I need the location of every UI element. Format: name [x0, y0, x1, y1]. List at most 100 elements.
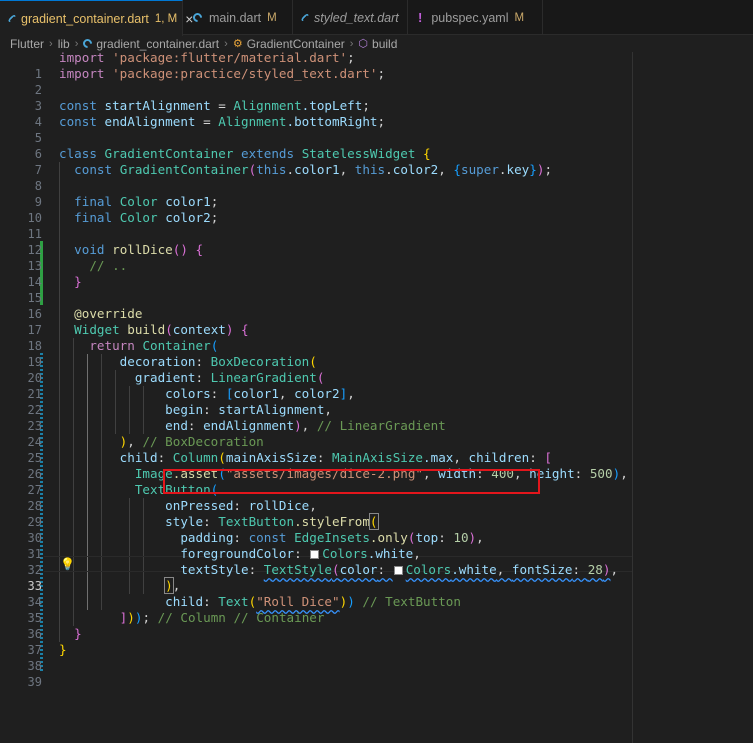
breadcrumb-item[interactable]: GradientContainer: [247, 37, 345, 51]
code-line: 34 ),: [0, 577, 753, 609]
code-editor[interactable]: 1 import 'package:flutter/material.dart'…: [0, 50, 753, 743]
code-token: foregroundColor: [180, 546, 295, 561]
code-token: (: [332, 562, 340, 577]
code-line: 5 const endAlignment = Alignment.bottomR…: [0, 114, 753, 145]
code-token: =: [195, 114, 219, 129]
code-token: 'package:practice/styled_text.dart': [112, 66, 378, 81]
code-token: color2: [165, 210, 211, 225]
code-token: Text: [218, 594, 249, 609]
color-swatch[interactable]: [310, 550, 320, 559]
code-token: child: [165, 594, 204, 609]
code-token: void: [74, 242, 105, 257]
code-token: ): [164, 577, 174, 594]
code-token: color1: [294, 162, 340, 177]
code-token: ;: [362, 98, 370, 113]
code-token: .white: [367, 546, 414, 561]
code-token: {: [453, 162, 461, 177]
code-token: ): [127, 610, 135, 625]
code-token: // BoxDecoration: [142, 434, 264, 449]
code-line: 12: [0, 226, 753, 257]
chevron-right-icon: ›: [74, 37, 79, 50]
code-token: 28: [587, 562, 603, 577]
code-token: final: [74, 194, 113, 209]
code-token: const: [59, 98, 97, 113]
code-token: Alignment: [233, 98, 302, 113]
code-token: color: [339, 562, 378, 577]
code-token: class: [59, 146, 97, 161]
code-token: }: [59, 642, 67, 657]
breadcrumb-item[interactable]: build: [372, 37, 397, 51]
code-token: (: [316, 370, 325, 385]
code-line: 38 }: [0, 642, 753, 673]
code-line: 33 textStyle: TextStyle(color: Colors.wh…: [0, 562, 753, 593]
class-symbol-icon: ⚙: [232, 38, 243, 50]
breadcrumb-item[interactable]: Flutter: [10, 37, 44, 51]
code-token: "Roll Dice": [256, 594, 340, 609]
code-token: this: [354, 162, 386, 177]
code-token: }: [74, 626, 82, 641]
code-line: 6: [0, 130, 753, 161]
chevron-right-icon: ›: [49, 37, 53, 50]
code-token: begin: [165, 402, 204, 417]
breadcrumb-item[interactable]: lib: [58, 37, 70, 51]
code-token: final: [74, 210, 113, 225]
tab-label: styled_text.dart: [314, 10, 399, 25]
tab-label: gradient_container.dart: [21, 11, 149, 26]
code-token: ;: [347, 50, 355, 65]
code-token: mainAxisSize: [225, 450, 317, 465]
lightbulb-icon[interactable]: 💡: [60, 557, 75, 571]
code-token: MainAxisSize: [332, 450, 424, 465]
code-line: 15 }: [0, 274, 753, 305]
code-token: ;: [544, 162, 553, 177]
code-token: color1: [233, 386, 279, 401]
editor-tab-bar: gradient_container.dart 1, M × main.dart…: [0, 0, 753, 36]
code-line: 11 final Color color2;: [0, 210, 753, 241]
code-line: 2 import 'package:practice/styled_text.d…: [0, 66, 753, 97]
breadcrumb-item[interactable]: gradient_container.dart: [96, 37, 219, 51]
code-token: GradientContainer: [104, 146, 234, 161]
code-token: 'package:flutter/material.dart': [112, 50, 348, 65]
tab-badge: M: [514, 11, 525, 24]
code-line: 3: [0, 82, 753, 113]
code-token: ;: [377, 114, 386, 129]
code-line: 21 gradient: LinearGradient(: [0, 370, 753, 401]
tab-main[interactable]: main.dart M: [183, 0, 293, 35]
code-line: 23 begin: startAlignment,: [0, 402, 753, 433]
code-line: 13 void rollDice() {: [0, 242, 753, 273]
code-line: 19 return Container(: [0, 338, 753, 369]
dart-file-icon: [7, 13, 17, 24]
code-token: (: [218, 450, 226, 465]
code-line: 17 @override: [0, 306, 753, 337]
code-token: startAlignment: [104, 98, 211, 113]
code-line: 35 child: Text("Roll Dice")) // TextButt…: [0, 594, 753, 625]
code-token: ): [468, 530, 477, 545]
code-token: Widget: [74, 322, 120, 337]
code-token: Colors: [322, 546, 368, 561]
minimap-divider: [632, 52, 633, 743]
code-token: ): [294, 418, 302, 433]
yaml-file-icon: !: [418, 10, 423, 25]
tab-gradient-container[interactable]: gradient_container.dart 1, M ×: [0, 0, 193, 36]
code-token: padding: [180, 530, 234, 545]
color-swatch[interactable]: [393, 566, 403, 575]
code-token: child: [119, 450, 158, 465]
code-line: 14 // ..: [0, 258, 753, 289]
code-token: key: [506, 162, 530, 177]
tab-pubspec[interactable]: ! pubspec.yaml M: [408, 0, 543, 35]
code-token: color1: [165, 194, 211, 209]
code-token: (: [210, 338, 219, 353]
code-token: extends: [241, 146, 295, 161]
code-token: TextButton: [218, 514, 295, 529]
code-token: StatelessWidget: [301, 146, 416, 161]
code-token: (: [309, 354, 317, 369]
code-token: Column: [172, 450, 219, 465]
dart-file-icon: [191, 11, 204, 24]
code-token: textStyle: [180, 562, 249, 577]
code-token: .white: [451, 562, 497, 577]
red-highlight-annotation: [163, 469, 540, 494]
code-token: GradientContainer: [119, 162, 249, 177]
code-token: rollDice: [112, 242, 173, 257]
tab-styled-text[interactable]: styled_text.dart: [293, 0, 408, 35]
code-token: .only: [369, 530, 408, 545]
code-token: // Column // Container: [157, 610, 325, 625]
